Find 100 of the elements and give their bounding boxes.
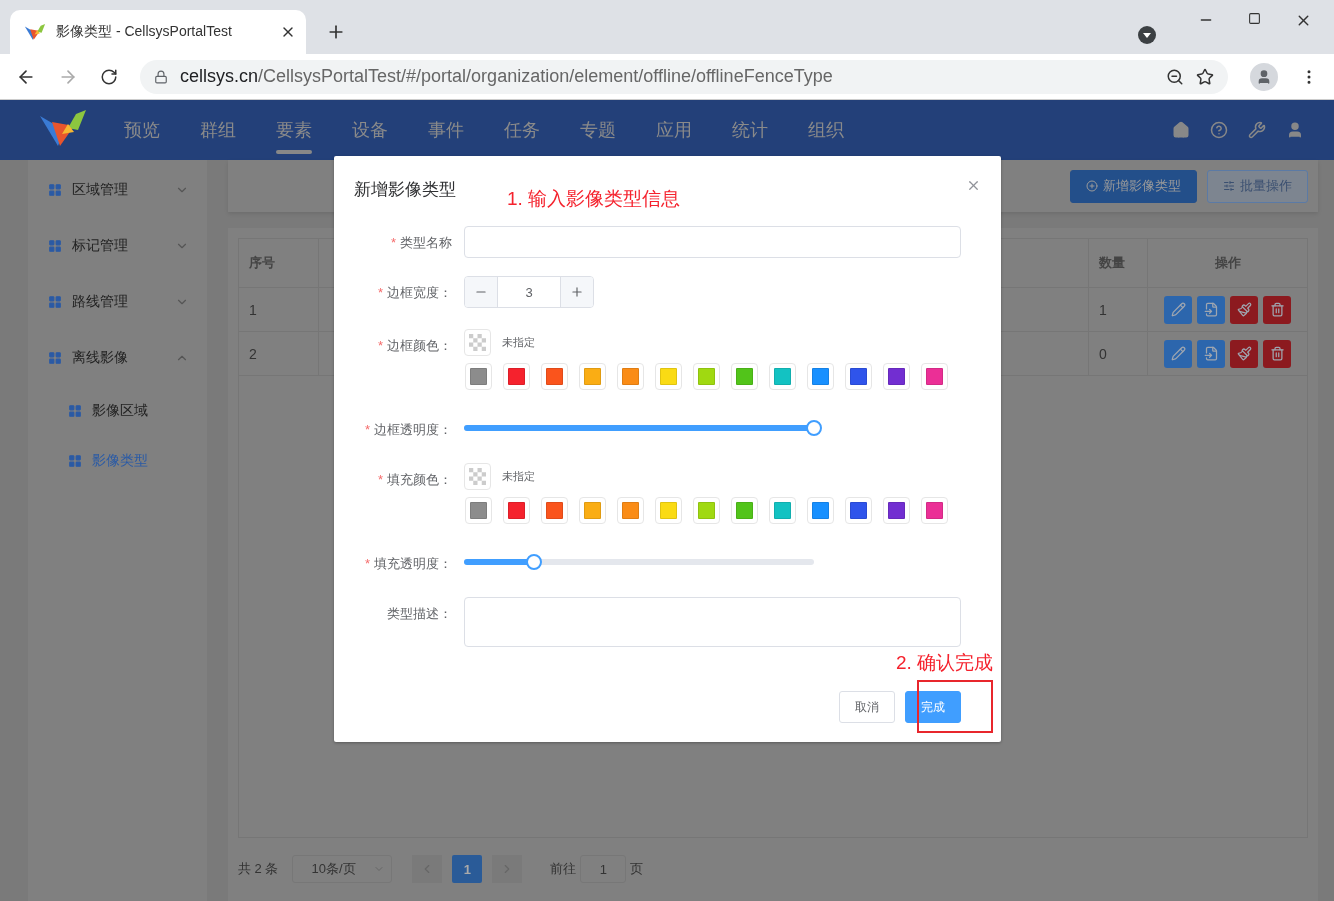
delete-button[interactable] xyxy=(1263,295,1291,324)
color-swatch[interactable] xyxy=(807,497,834,524)
field-label: * 边框宽度： xyxy=(376,284,453,302)
page-size-select[interactable]: 10条/页 xyxy=(292,855,393,883)
page-button[interactable]: 1 xyxy=(452,855,483,883)
color-swatch[interactable] xyxy=(579,497,606,524)
reload-icon[interactable] xyxy=(100,67,118,86)
add-button[interactable]: 新增影像类型 xyxy=(1070,169,1197,203)
brush-button[interactable] xyxy=(1230,339,1258,368)
import-button[interactable] xyxy=(1197,295,1225,324)
total-count: 共 2 条 xyxy=(238,860,279,878)
nav-tab[interactable]: 专题 xyxy=(560,100,636,160)
brush-icon xyxy=(1236,346,1252,361)
color-swatch[interactable] xyxy=(541,363,568,390)
color-swatch[interactable] xyxy=(655,497,682,524)
color-swatch[interactable] xyxy=(845,497,872,524)
color-swatch[interactable] xyxy=(655,363,682,390)
maximize-icon[interactable] xyxy=(1248,12,1261,25)
nav-tab[interactable]: 应用 xyxy=(636,100,712,160)
brush-button[interactable] xyxy=(1230,295,1258,324)
page-input[interactable]: 1 xyxy=(580,855,627,883)
browser-tab[interactable]: 影像类型 - CellsysPortalTest xyxy=(10,10,306,54)
slider-handle[interactable] xyxy=(806,420,822,436)
nav-tab[interactable]: 任务 xyxy=(484,100,560,160)
color-swatch[interactable] xyxy=(845,363,872,390)
color-swatch[interactable] xyxy=(503,497,530,524)
color-swatch[interactable] xyxy=(883,497,910,524)
plus-circle-icon xyxy=(1086,180,1098,192)
color-swatch[interactable] xyxy=(541,497,568,524)
import-button[interactable] xyxy=(1197,339,1225,368)
nav-tab[interactable]: 事件 xyxy=(408,100,484,160)
confirm-button[interactable]: 完成 xyxy=(905,691,961,723)
help-icon[interactable] xyxy=(1210,121,1228,139)
dialog-title: 新增影像类型 xyxy=(354,179,456,200)
edit-button[interactable] xyxy=(1164,339,1192,368)
grid-icon xyxy=(48,183,62,197)
pencil-icon xyxy=(1170,302,1186,317)
grid-icon xyxy=(48,295,62,309)
file-import-icon xyxy=(1203,302,1219,317)
input-field[interactable] xyxy=(464,226,961,258)
cancel-button[interactable]: 取消 xyxy=(839,691,895,723)
unset-text: 未指定 xyxy=(502,335,535,350)
zoom-out-icon[interactable] xyxy=(1166,67,1184,86)
color-swatch[interactable] xyxy=(883,363,910,390)
sidebar-item[interactable]: 标记管理 xyxy=(28,218,207,274)
increment-button[interactable] xyxy=(561,277,593,307)
color-swatch[interactable] xyxy=(731,497,758,524)
sidebar-item[interactable]: 路线管理 xyxy=(28,274,207,330)
sidebar-subitem[interactable]: 影像类型 xyxy=(28,436,207,486)
dropdown-icon[interactable] xyxy=(1138,26,1156,44)
color-swatch[interactable] xyxy=(921,363,948,390)
profile-icon[interactable] xyxy=(1250,62,1278,91)
logo-icon xyxy=(38,108,88,148)
address-bar[interactable]: cellsys.cn/CellsysPortalTest/#/portal/organization/element/offline/offlineFenceType xyxy=(140,59,1228,94)
delete-button[interactable] xyxy=(1263,339,1291,368)
nav-tab[interactable]: 设备 xyxy=(332,100,408,160)
color-swatch[interactable] xyxy=(617,363,644,390)
trash-icon xyxy=(1269,346,1285,361)
color-swatch[interactable] xyxy=(769,363,796,390)
wrench-icon[interactable] xyxy=(1248,121,1266,139)
field-label: 类型描述： xyxy=(386,605,453,623)
color-swatch[interactable] xyxy=(693,363,720,390)
nav-tab[interactable]: 组织 xyxy=(788,100,864,160)
color-swatch[interactable] xyxy=(579,363,606,390)
sidebar-subitem[interactable]: 影像区域 xyxy=(28,386,207,436)
annotation-text: 1. 输入影像类型信息 xyxy=(507,187,681,211)
color-swatch[interactable] xyxy=(921,497,948,524)
file-import-icon xyxy=(1203,346,1219,361)
home-icon[interactable] xyxy=(1172,121,1190,139)
sliders-icon xyxy=(1223,180,1235,192)
slider-handle[interactable] xyxy=(526,554,542,570)
user-icon[interactable] xyxy=(1286,121,1304,139)
color-swatch[interactable] xyxy=(465,363,492,390)
lock-icon xyxy=(154,69,168,84)
nav-tab[interactable]: 群组 xyxy=(180,100,256,160)
table-cell: 1 xyxy=(1089,288,1148,332)
nav-tab[interactable]: 统计 xyxy=(712,100,788,160)
number-input[interactable]: 3 xyxy=(464,276,594,308)
color-swatch[interactable] xyxy=(503,363,530,390)
plus-icon xyxy=(570,285,584,299)
color-swatch[interactable] xyxy=(769,497,796,524)
checkerboard-swatch[interactable] xyxy=(464,463,491,490)
sidebar-item[interactable]: 区域管理 xyxy=(28,162,207,218)
nav-tab[interactable]: 要素 xyxy=(256,100,332,160)
color-swatch[interactable] xyxy=(693,497,720,524)
color-swatch[interactable] xyxy=(731,363,758,390)
column-header: 操作 xyxy=(1148,239,1307,288)
color-swatch[interactable] xyxy=(807,363,834,390)
batch-button[interactable]: 批量操作 xyxy=(1207,169,1308,203)
grid-icon xyxy=(68,454,82,468)
sidebar-item[interactable]: 离线影像 xyxy=(28,330,207,386)
edit-button[interactable] xyxy=(1164,295,1192,324)
color-swatch[interactable] xyxy=(617,497,644,524)
textarea-field[interactable] xyxy=(464,597,961,647)
nav-tab[interactable]: 预览 xyxy=(104,100,180,160)
trash-icon xyxy=(1269,302,1285,317)
checkerboard-swatch[interactable] xyxy=(464,329,491,356)
column-header: 数量 xyxy=(1089,239,1148,288)
star-icon[interactable] xyxy=(1196,67,1214,86)
color-swatch[interactable] xyxy=(465,497,492,524)
